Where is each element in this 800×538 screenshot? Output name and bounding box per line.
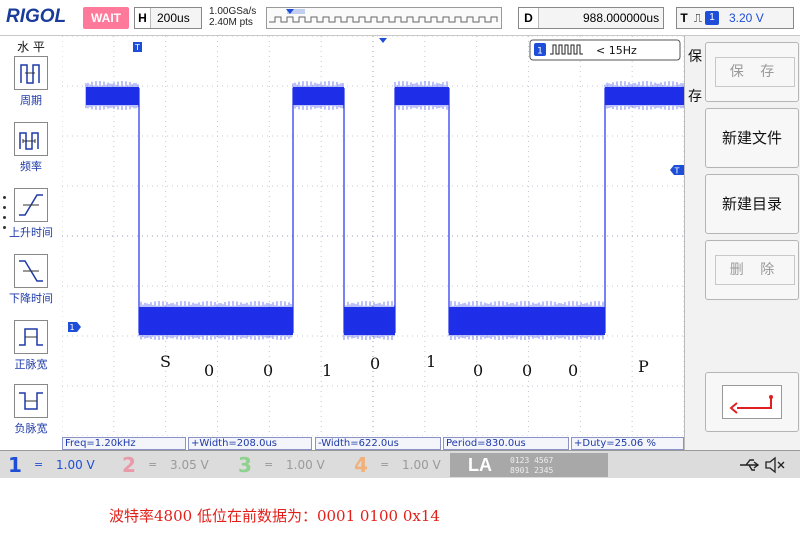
measure-rise-time[interactable]: 上升时间 (0, 188, 62, 240)
trigger-level: 3.20 V (729, 11, 764, 25)
usb-icon (740, 459, 760, 471)
measure-period[interactable]: 周期 (0, 56, 62, 108)
trigger-readout: 1 < 15Hz (529, 39, 681, 61)
horizontal-measure-menu: 水 平 周期 频率 上升时间 下降时间 正脉宽 负脉宽 (0, 36, 62, 436)
menu-side-title-2: 存 (688, 89, 702, 105)
fall-time-icon (14, 254, 48, 288)
measure-pwidth-readout[interactable]: +Width=208.0us (188, 437, 312, 450)
trigger-label: T (680, 11, 688, 25)
caption-text: 波特率4800 低位在前数据为：0001 0100 0x14 (109, 507, 440, 525)
svg-text:1: 1 (537, 47, 543, 57)
measure-positive-width[interactable]: 正脉宽 (0, 320, 62, 372)
decode-char: 0 (263, 361, 273, 380)
decode-char: 1 (426, 352, 436, 371)
timebase-box[interactable]: H 200us (134, 7, 202, 29)
measure-duty-readout[interactable]: +Duty=25.06 % (571, 437, 684, 450)
timebase-value: 200us (157, 11, 190, 25)
decode-char: 0 (204, 361, 214, 380)
la-label: LA (468, 455, 492, 475)
decode-char: 0 (568, 361, 578, 380)
memory-overview-strip (266, 7, 502, 29)
positive-pulse-icon (14, 320, 48, 354)
period-icon (14, 56, 48, 90)
acquisition-info: 1.00GSa/s 2.40M pts (209, 6, 256, 28)
new-file-button[interactable]: 新建文件 (705, 108, 799, 168)
trace-low-segment (139, 307, 293, 335)
ch2-status[interactable]: 2 = 3.05 V (118, 454, 214, 476)
run-status-badge[interactable]: WAIT (83, 7, 129, 29)
measurement-bar: Freq=1.20kHz +Width=208.0us -Width=622.0… (62, 436, 684, 450)
rise-time-icon (14, 188, 48, 222)
delete-button[interactable]: 删 除 (705, 240, 799, 300)
ch1-status[interactable]: 1 = 1.00 V (4, 454, 100, 476)
delay-label: D (519, 8, 539, 28)
measure-nwidth-readout[interactable]: -Width=622.0us (315, 437, 441, 450)
channel-status-bar: 1 = 1.00 V 2 = 3.05 V 3 = 1.00 V 4 = 1.0… (0, 450, 800, 478)
speaker-mute-icon[interactable] (764, 456, 786, 474)
trace-low-segment (344, 307, 395, 335)
trigger-marker-t: T (133, 42, 142, 52)
brand-logo: RIGOL (6, 6, 67, 27)
frequency-icon (14, 122, 48, 156)
ch4-status[interactable]: 4 = 1.00 V (350, 454, 446, 476)
logic-analyzer-status[interactable]: LA 0123 4567 8901 2345 (450, 453, 608, 477)
svg-text:T: T (134, 43, 140, 52)
sample-rate: 1.00GSa/s (209, 6, 257, 17)
la-digits-row2: 8901 2345 (510, 466, 554, 475)
memory-waveform-icon (269, 9, 498, 23)
la-digits-row1: 0123 4567 (510, 456, 554, 465)
ch3-status[interactable]: 3 = 1.00 V (234, 454, 330, 476)
measure-frequency-readout[interactable]: Freq=1.20kHz (62, 437, 186, 450)
decode-char: 1 (322, 361, 332, 380)
save-menu: 保 存 保 存 新建文件 新建目录 删 除 (684, 36, 800, 450)
measure-period-readout[interactable]: Period=830.0us (443, 437, 569, 450)
waveform-display: S 0 0 1 0 1 0 0 0 P T 1 < 15Hz 1 T (61, 35, 685, 437)
new-directory-button[interactable]: 新建目录 (705, 174, 799, 234)
delay-box[interactable]: D 988.000000us (518, 7, 664, 29)
decode-char: S (160, 352, 171, 371)
timebase-label: H (135, 8, 151, 28)
decode-char: P (638, 357, 649, 376)
decode-char: 0 (522, 361, 532, 380)
oscilloscope-screen: RIGOL WAIT H 200us 1.00GSa/s 2.40M pts D 9… (0, 0, 800, 478)
menu-side-title-1: 保 (688, 49, 702, 65)
negative-pulse-icon (14, 384, 48, 418)
rising-edge-icon: ⎍ (693, 11, 703, 25)
measure-negative-width[interactable]: 负脉宽 (0, 384, 62, 436)
back-button[interactable] (705, 372, 799, 432)
decode-char: 0 (370, 354, 380, 373)
svg-text:< 15Hz: < 15Hz (596, 44, 637, 57)
trigger-channel: 1 (705, 10, 719, 25)
trigger-box[interactable]: T ⎍ 1 3.20 V (676, 7, 794, 29)
measure-frequency[interactable]: 频率 (0, 122, 62, 174)
decode-char: 0 (473, 361, 483, 380)
measure-fall-time[interactable]: 下降时间 (0, 254, 62, 306)
return-arrow-icon (722, 385, 782, 419)
menu-title: 水 平 (17, 40, 45, 54)
waveform-grid[interactable]: S 0 0 1 0 1 0 0 0 P T 1 < 15Hz 1 T (61, 35, 685, 437)
top-status-bar: RIGOL WAIT H 200us 1.00GSa/s 2.40M pts D 9… (0, 0, 800, 36)
delay-value: 988.000000us (583, 11, 660, 25)
memory-depth: 2.40M pts (209, 17, 253, 28)
save-button[interactable]: 保 存 (705, 42, 799, 102)
svg-text:T: T (674, 167, 680, 176)
svg-text:1: 1 (69, 323, 74, 332)
trace-high-segment (293, 87, 344, 105)
